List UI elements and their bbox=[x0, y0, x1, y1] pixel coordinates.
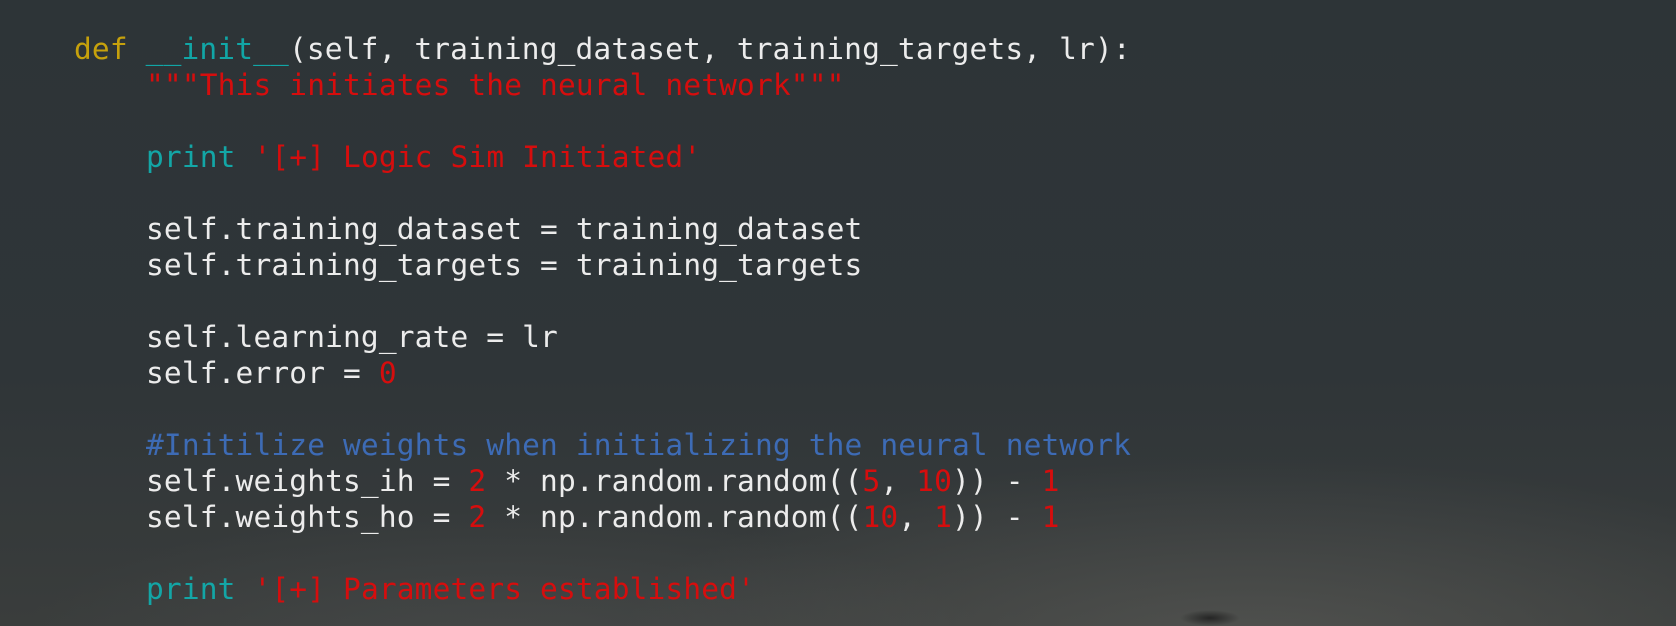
code-text-token: self.learning_rate = lr bbox=[146, 320, 558, 354]
code-block[interactable]: def __init__(self, training_dataset, tra… bbox=[74, 31, 1131, 607]
number-token: 1 bbox=[934, 500, 953, 534]
number-token: 1 bbox=[1041, 500, 1060, 534]
number-token: 10 bbox=[916, 464, 953, 498]
string-token: """This initiates the neural network""" bbox=[146, 68, 845, 102]
code-line-blank[interactable] bbox=[74, 283, 1131, 319]
code-line-blank[interactable] bbox=[74, 391, 1131, 427]
code-text-token: self.weights_ih = bbox=[146, 464, 469, 498]
code-line[interactable]: #Initilize weights when initializing the… bbox=[74, 427, 1131, 463]
code-line[interactable]: print '[+] Parameters established' bbox=[74, 571, 1131, 607]
code-line[interactable]: self.training_dataset = training_dataset bbox=[74, 211, 1131, 247]
code-line[interactable]: self.weights_ih = 2 * np.random.random((… bbox=[74, 463, 1131, 499]
code-text-token: (self, training_dataset, training_target… bbox=[288, 32, 1131, 66]
code-line[interactable]: self.weights_ho = 2 * np.random.random((… bbox=[74, 499, 1131, 535]
code-line-blank[interactable] bbox=[74, 175, 1131, 211]
code-line[interactable]: self.error = 0 bbox=[74, 355, 1131, 391]
code-text-token: self.training_targets = training_targets bbox=[146, 248, 863, 282]
code-line[interactable]: print '[+] Logic Sim Initiated' bbox=[74, 139, 1131, 175]
function-name-token: __init__ bbox=[145, 32, 289, 66]
code-line-blank[interactable] bbox=[74, 103, 1131, 139]
string-token: '[+] Parameters established' bbox=[253, 572, 755, 606]
background-silhouette bbox=[1180, 610, 1240, 626]
code-text-token: )) - bbox=[952, 464, 1042, 498]
code-line[interactable]: """This initiates the neural network""" bbox=[74, 67, 1131, 103]
code-line-blank[interactable] bbox=[74, 535, 1131, 571]
code-text-token: self.weights_ho = bbox=[146, 500, 469, 534]
builtin-token: print bbox=[146, 140, 236, 174]
keyword-token: def bbox=[74, 32, 128, 66]
number-token: 10 bbox=[862, 500, 899, 534]
number-token: 1 bbox=[1041, 464, 1060, 498]
builtin-token: print bbox=[146, 572, 236, 606]
code-line[interactable]: self.learning_rate = lr bbox=[74, 319, 1131, 355]
code-editor[interactable]: def __init__(self, training_dataset, tra… bbox=[0, 0, 1676, 626]
string-token: '[+] Logic Sim Initiated' bbox=[253, 140, 702, 174]
code-line[interactable]: def __init__(self, training_dataset, tra… bbox=[74, 31, 1131, 67]
number-token: 5 bbox=[862, 464, 881, 498]
number-token: 0 bbox=[378, 356, 397, 390]
code-text-token: * np.random.random(( bbox=[486, 500, 863, 534]
code-text-token: )) - bbox=[952, 500, 1042, 534]
comment-token: #Initilize weights when initializing the… bbox=[146, 428, 1132, 462]
code-text-token: , bbox=[880, 464, 917, 498]
code-text-token: self.training_dataset = training_dataset bbox=[146, 212, 863, 246]
code-text-token: , bbox=[898, 500, 935, 534]
code-text-token: * np.random.random(( bbox=[486, 464, 863, 498]
number-token: 2 bbox=[468, 464, 487, 498]
code-line[interactable]: self.training_targets = training_targets bbox=[74, 247, 1131, 283]
number-token: 2 bbox=[468, 500, 487, 534]
code-text-token: self.error = bbox=[146, 356, 379, 390]
